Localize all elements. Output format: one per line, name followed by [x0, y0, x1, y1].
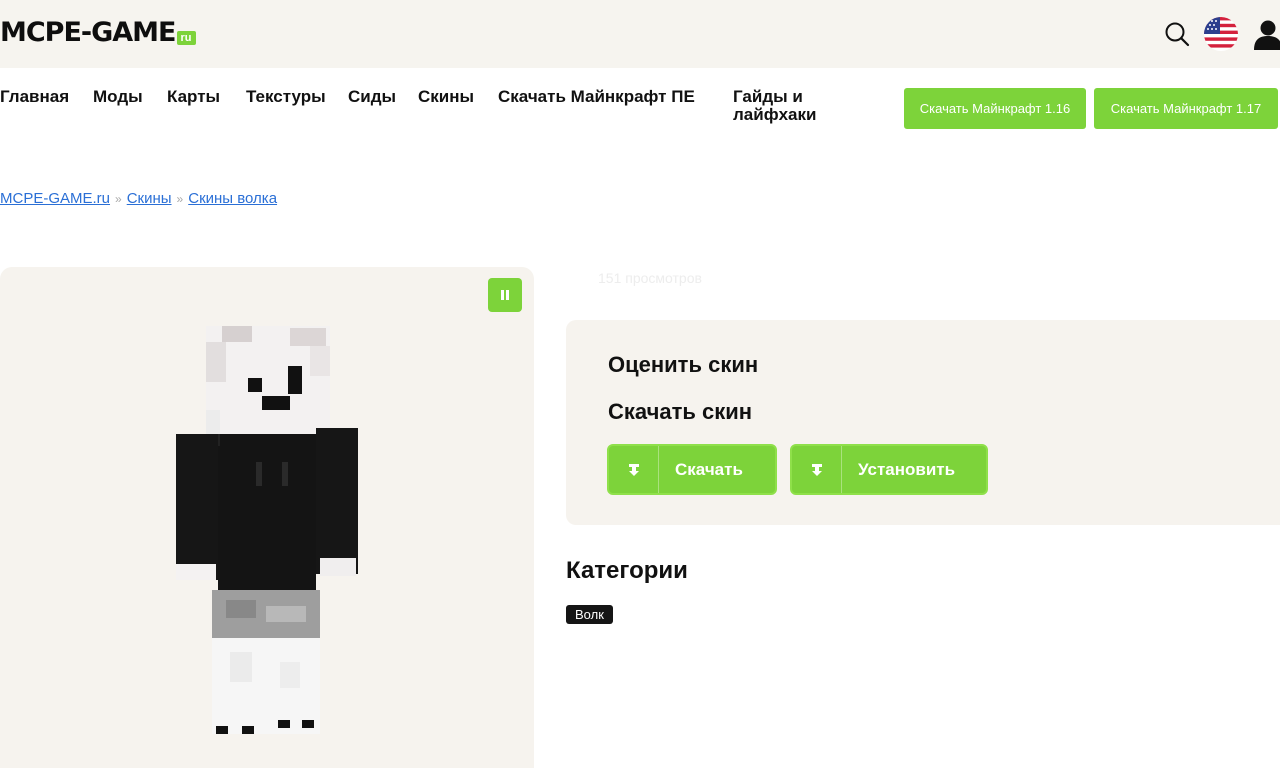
- breadcrumb-wolf-skins[interactable]: Скины волка: [188, 190, 277, 207]
- logo-text: MCPE-GAME: [0, 17, 176, 48]
- nav-item-guides[interactable]: Гайды и лайфхаки: [733, 88, 843, 124]
- search-icon[interactable]: [1162, 19, 1192, 49]
- categories-title: Категории: [566, 557, 688, 584]
- install-button[interactable]: Установить: [790, 444, 988, 495]
- pause-icon: [501, 290, 509, 300]
- install-button-label: Установить: [858, 459, 956, 479]
- header-icons: [1162, 14, 1280, 54]
- nav-item-textures[interactable]: Текстуры: [246, 88, 326, 106]
- download-button[interactable]: Скачать: [607, 444, 777, 495]
- nav-item-download-pe[interactable]: Скачать Майнкрафт ПЕ: [498, 88, 708, 106]
- top-header: MCPE-GAME ru: [0, 0, 1280, 68]
- rate-skin-title: Оценить скин: [608, 352, 759, 377]
- views-count: 151 просмотров: [598, 270, 702, 286]
- breadcrumb-home[interactable]: MCPE-GAME.ru: [0, 190, 110, 207]
- nav-item-maps[interactable]: Карты: [167, 88, 220, 106]
- breadcrumb: MCPE-GAME.ru » Скины » Скины волка: [0, 190, 277, 207]
- skin-preview-image: [176, 326, 358, 734]
- download-button-label: Скачать: [675, 459, 743, 479]
- category-tag-wolf[interactable]: Волк: [566, 605, 613, 624]
- main-nav: Главная Моды Карты Текстуры Сиды Скины С…: [0, 88, 1280, 132]
- download-skin-title: Скачать скин: [608, 399, 753, 424]
- nav-item-mods[interactable]: Моды: [93, 88, 143, 106]
- breadcrumb-separator: »: [115, 191, 122, 206]
- nav-item-seeds[interactable]: Сиды: [348, 88, 396, 106]
- breadcrumb-skins[interactable]: Скины: [127, 190, 172, 207]
- download-icon: [609, 446, 659, 493]
- pause-button[interactable]: [488, 278, 522, 312]
- breadcrumb-separator: »: [176, 191, 184, 206]
- us-flag-icon[interactable]: [1204, 17, 1238, 51]
- nav-item-skins[interactable]: Скины: [418, 88, 474, 106]
- install-icon: [792, 446, 842, 493]
- logo-tld: ru: [176, 31, 196, 45]
- nav-item-home[interactable]: Главная: [0, 88, 69, 106]
- user-icon[interactable]: [1250, 17, 1280, 51]
- site-logo[interactable]: MCPE-GAME ru: [0, 18, 196, 48]
- download-minecraft-117-button[interactable]: Скачать Майнкрафт 1.17: [1094, 88, 1278, 129]
- download-minecraft-116-button[interactable]: Скачать Майнкрафт 1.16: [904, 88, 1086, 129]
